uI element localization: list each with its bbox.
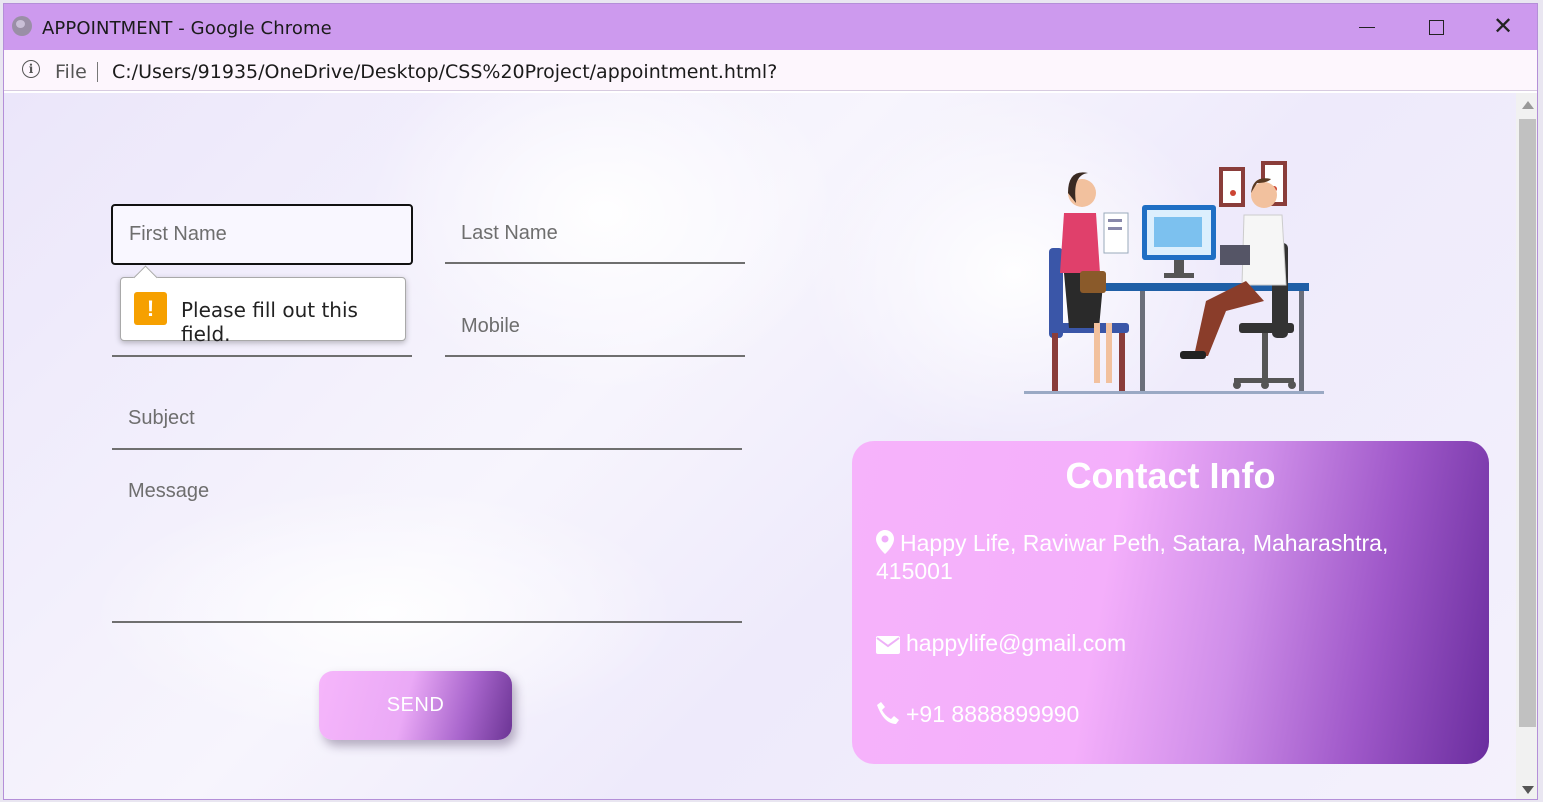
validation-tooltip: ! Please fill out this field. bbox=[120, 277, 406, 346]
window-title: APPOINTMENT - Google Chrome bbox=[42, 18, 332, 39]
minimize-button[interactable] bbox=[1346, 14, 1386, 40]
mobile-input[interactable] bbox=[445, 297, 745, 357]
warning-icon: ! bbox=[134, 292, 167, 325]
browser-window: APPOINTMENT - Google Chrome ✕ i File C:/… bbox=[3, 3, 1538, 800]
message-textarea[interactable] bbox=[112, 468, 742, 623]
title-bar: APPOINTMENT - Google Chrome ✕ bbox=[4, 4, 1537, 50]
subject-input[interactable] bbox=[112, 389, 742, 450]
globe-icon bbox=[12, 16, 32, 36]
first-name-input[interactable] bbox=[111, 204, 413, 265]
scroll-up-arrow-icon[interactable] bbox=[1522, 101, 1534, 109]
map-pin-icon bbox=[876, 530, 894, 554]
email-text[interactable]: happylife@gmail.com bbox=[906, 630, 1126, 656]
scroll-down-arrow-icon[interactable] bbox=[1522, 786, 1534, 794]
address-bar[interactable]: i File C:/Users/91935/OneDrive/Desktop/C… bbox=[4, 50, 1537, 91]
contact-info-card: Contact Info Happy Life, Raviwar Peth, S… bbox=[852, 441, 1489, 764]
contact-email[interactable]: happylife@gmail.com bbox=[876, 629, 1126, 657]
maximize-button[interactable] bbox=[1415, 14, 1455, 40]
info-icon[interactable]: i bbox=[22, 60, 40, 78]
scroll-thumb[interactable] bbox=[1519, 119, 1536, 727]
contact-address: Happy Life, Raviwar Peth, Satara, Mahara… bbox=[876, 529, 1456, 585]
validation-message: Please fill out this field. bbox=[181, 298, 358, 346]
address-line1: Happy Life, Raviwar Peth, Satara, Mahara… bbox=[900, 530, 1389, 556]
phone-text[interactable]: +91 8888899990 bbox=[906, 701, 1079, 727]
contact-title: Contact Info bbox=[1065, 455, 1276, 496]
last-name-input[interactable] bbox=[445, 204, 745, 264]
page-content: ! Please fill out this field. SEND bbox=[4, 93, 1516, 799]
close-button[interactable]: ✕ bbox=[1483, 14, 1523, 40]
phone-icon bbox=[877, 702, 899, 724]
send-button[interactable]: SEND bbox=[319, 671, 512, 740]
vertical-scrollbar[interactable] bbox=[1516, 93, 1537, 799]
contact-phone[interactable]: +91 8888899990 bbox=[876, 700, 1079, 728]
address-line2: 415001 bbox=[876, 558, 953, 584]
doctor-consultation-illustration bbox=[1024, 161, 1324, 394]
address-separator bbox=[97, 62, 98, 82]
url-scheme: File bbox=[55, 61, 87, 83]
envelope-icon bbox=[876, 636, 900, 654]
url-text[interactable]: C:/Users/91935/OneDrive/Desktop/CSS%20Pr… bbox=[112, 61, 777, 83]
